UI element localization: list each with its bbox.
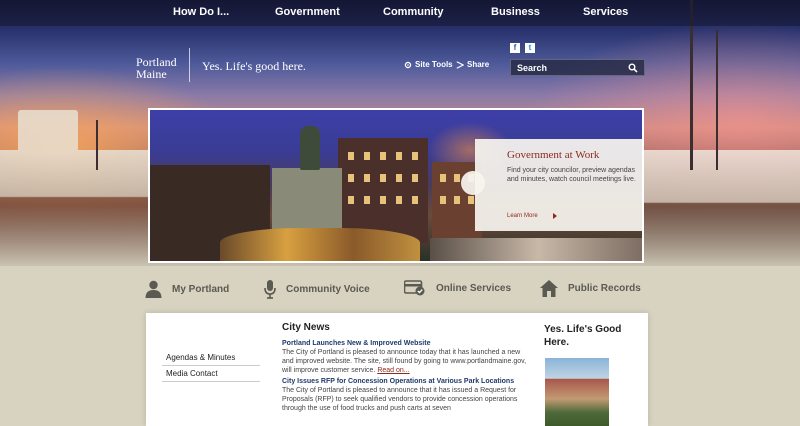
nav-how-do-i[interactable]: How Do I... [173,6,229,18]
read-on-link[interactable]: Read on... [377,367,409,374]
quick-link-label: Online Services [436,282,512,294]
nav-community[interactable]: Community [383,6,444,18]
quick-link-label: Community Voice [286,284,370,295]
news-item-body: The City of Portland is pleased to annou… [282,387,518,412]
news-item-title[interactable]: Portland Launches New & Improved Website [282,339,532,348]
flower-bed [220,228,420,261]
feature-body: Find your city councilor, preview agenda… [507,167,636,183]
learn-more-label: Learn More [507,213,538,219]
boat-mast [96,120,98,170]
search-icon[interactable] [628,63,638,73]
side-menu-agendas-minutes[interactable]: Agendas & Minutes [162,350,260,366]
life-is-good-panel: Yes. Life's Good Here. [532,313,648,426]
street-lights [430,238,642,261]
city-news-heading: City News [282,322,330,333]
microphone-icon [264,280,276,299]
nav-government[interactable]: Government [275,6,340,18]
site-tools-label: Site Tools [415,60,453,69]
share-button[interactable]: Share [456,60,489,69]
quick-link-public-records[interactable]: Public Records [540,280,641,297]
statue [300,126,320,170]
portland-maine-logo[interactable]: Portland Maine [136,56,177,80]
arrow-right-icon [552,213,557,219]
gear-icon [404,61,412,68]
logo-divider [189,48,190,82]
card-check-icon [404,280,425,296]
search-input[interactable] [517,62,628,73]
city-news: City News Portland Launches New & Improv… [282,322,532,415]
callout-notch [461,171,485,195]
quick-link-community-voice[interactable]: Community Voice [264,280,370,299]
quick-links-bar: My Portland Community Voice Online Servi… [0,270,800,310]
twitter-icon[interactable]: t [525,43,535,53]
aside-heading: Yes. Life's Good Here. [544,324,622,348]
side-menu-media-contact[interactable]: Media Contact [162,366,260,382]
nav-services[interactable]: Services [583,6,628,18]
boat-mast [716,30,718,170]
share-icon [456,60,464,69]
news-item-body: The City of Portland is pleased to annou… [282,348,532,375]
learn-more-link[interactable]: Learn More [507,213,558,219]
site-tools-button[interactable]: Site Tools [404,60,453,69]
quick-link-online-services[interactable]: Online Services [404,280,511,296]
side-menu: Agendas & Minutes Media Contact [162,350,260,382]
quick-link-my-portland[interactable]: My Portland [145,280,229,298]
top-navigation: How Do I... Government Community Busines… [0,0,800,26]
header-tagline: Yes. Life's good here. [202,59,306,73]
feature-title: Government at Work [507,149,600,161]
news-item-title[interactable]: City Issues RFP for Concession Operation… [282,377,532,386]
logo-line-2: Maine [136,67,167,81]
feature-callout: Government at Work Find your city counci… [461,139,642,231]
share-label: Share [467,60,490,69]
feature-slideshow: Government at Work Find your city counci… [148,108,644,263]
quick-link-label: My Portland [172,283,230,295]
facebook-icon[interactable]: f [510,43,520,53]
person-icon [145,280,162,298]
search-box [510,59,645,76]
nav-business[interactable]: Business [491,6,540,18]
house-icon [540,280,558,297]
rowhouses-photo[interactable] [545,358,609,426]
quick-link-label: Public Records [568,283,641,294]
